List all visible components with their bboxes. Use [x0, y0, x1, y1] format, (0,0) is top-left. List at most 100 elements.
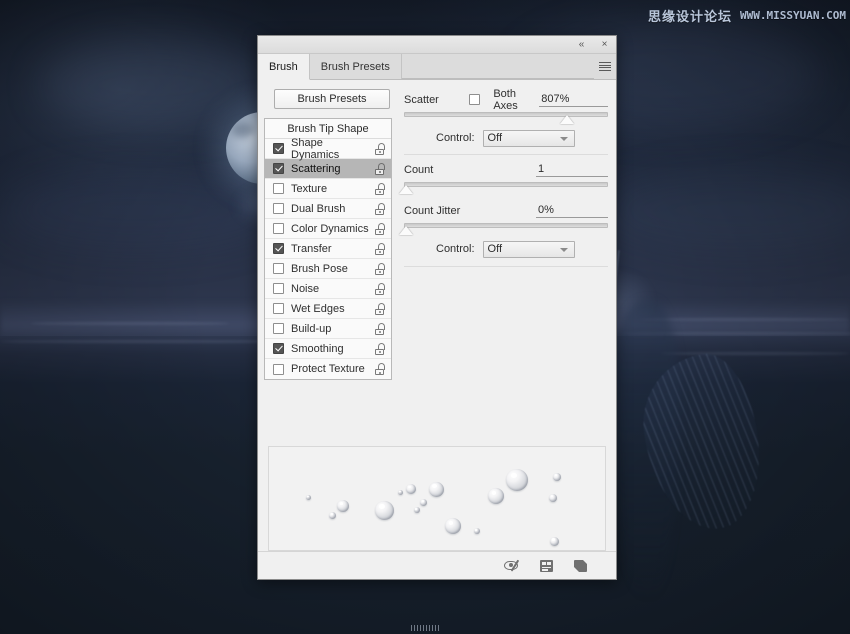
brush-presets-grid-icon[interactable] — [538, 558, 556, 574]
brush-option-label: Color Dynamics — [291, 223, 374, 235]
brush-option-checkbox[interactable] — [273, 163, 284, 174]
brush-option-noise[interactable]: Noise — [265, 279, 391, 299]
brush-option-checkbox[interactable] — [273, 283, 284, 294]
brush-option-checkbox[interactable] — [273, 243, 284, 254]
brush-option-checkbox[interactable] — [273, 323, 284, 334]
preview-droplet — [474, 528, 480, 534]
unlock-icon[interactable] — [374, 343, 385, 355]
brush-option-checkbox[interactable] — [273, 303, 284, 314]
watermark-cn-text: 思缘设计论坛 — [648, 6, 732, 25]
brush-option-texture[interactable]: Texture — [265, 179, 391, 199]
panel-menu-button[interactable] — [594, 54, 616, 79]
brush-option-label: Smoothing — [291, 343, 374, 355]
scatter-value-input[interactable]: 807% — [539, 93, 608, 107]
watermark-url-text: WWW.MISSYUAN.COM — [740, 9, 846, 22]
unlock-icon[interactable] — [374, 283, 385, 295]
brush-panel: « × Brush Brush Presets Brush Presets Br… — [257, 35, 617, 580]
tabs-spacer — [402, 54, 594, 79]
both-axes-checkbox[interactable]: Both Axes — [469, 88, 539, 112]
brush-option-label: Dual Brush — [291, 203, 374, 215]
panel-tabs: Brush Brush Presets — [258, 54, 616, 80]
count-jitter-control-label: Control: — [436, 243, 475, 255]
preview-droplet — [329, 512, 336, 519]
brush-option-label: Wet Edges — [291, 303, 374, 315]
brush-presets-button[interactable]: Brush Presets — [274, 89, 390, 109]
brush-option-label: Noise — [291, 283, 374, 295]
brush-option-shape-dynamics[interactable]: Shape Dynamics — [265, 139, 391, 159]
brush-option-label: Protect Texture — [291, 363, 374, 375]
brush-option-checkbox[interactable] — [273, 343, 284, 354]
scatter-control-row: Control: Off — [404, 127, 608, 149]
brush-option-brush-pose[interactable]: Brush Pose — [265, 259, 391, 279]
brush-stroke-preview — [268, 446, 606, 551]
count-slider-track — [404, 182, 608, 187]
brush-option-dual-brush[interactable]: Dual Brush — [265, 199, 391, 219]
count-jitter-group: Count Jitter 0% Control: Off — [404, 201, 608, 260]
scatter-group: Scatter Both Axes 807% Co — [404, 90, 608, 149]
brush-option-scattering[interactable]: Scattering — [265, 159, 391, 179]
unlock-icon[interactable] — [374, 243, 385, 255]
panel-titlebar[interactable]: « × — [258, 36, 616, 54]
brush-option-smoothing[interactable]: Smoothing — [265, 339, 391, 359]
count-jitter-slider[interactable] — [404, 222, 608, 236]
panel-resize-grip[interactable] — [411, 625, 439, 631]
brush-option-checkbox[interactable] — [273, 364, 284, 375]
brush-option-transfer[interactable]: Transfer — [265, 239, 391, 259]
count-label: Count — [404, 164, 433, 176]
count-jitter-value-input[interactable]: 0% — [536, 204, 608, 218]
unlock-icon[interactable] — [374, 143, 385, 155]
unlock-icon[interactable] — [374, 323, 385, 335]
scatter-control-select[interactable]: Off — [483, 130, 575, 147]
unlock-icon[interactable] — [374, 363, 385, 375]
brush-option-protect-texture[interactable]: Protect Texture — [265, 359, 391, 379]
preview-droplet — [420, 499, 427, 506]
count-row: Count 1 — [404, 160, 608, 179]
count-jitter-control-select[interactable]: Off — [483, 241, 575, 258]
count-jitter-slider-track — [404, 223, 608, 228]
create-new-brush-icon[interactable] — [572, 558, 590, 574]
count-jitter-slider-thumb[interactable] — [399, 226, 413, 235]
brush-option-color-dynamics[interactable]: Color Dynamics — [265, 219, 391, 239]
brush-option-label: Transfer — [291, 243, 374, 255]
brush-option-label: Build-up — [291, 323, 374, 335]
live-tip-brush-preview-icon[interactable] — [504, 558, 522, 574]
collapse-panel-button[interactable]: « — [575, 38, 588, 51]
unlock-icon[interactable] — [374, 163, 385, 175]
tab-brush[interactable]: Brush — [258, 54, 310, 80]
scatter-label: Scatter — [404, 94, 439, 106]
count-slider-thumb[interactable] — [399, 185, 413, 194]
preview-droplet — [506, 469, 528, 491]
brush-option-checkbox[interactable] — [273, 183, 284, 194]
unlock-icon[interactable] — [374, 203, 385, 215]
brush-option-label: Texture — [291, 183, 374, 195]
wave-4 — [30, 322, 230, 325]
tab-brush-presets[interactable]: Brush Presets — [310, 54, 402, 79]
brush-option-wet-edges[interactable]: Wet Edges — [265, 299, 391, 319]
preview-droplet — [337, 500, 349, 512]
scatter-slider-thumb[interactable] — [560, 115, 574, 124]
brush-option-checkbox[interactable] — [273, 223, 284, 234]
preview-droplet — [549, 494, 557, 502]
brush-option-label: Shape Dynamics — [291, 137, 374, 161]
count-value-input[interactable]: 1 — [536, 163, 608, 177]
brush-option-build-up[interactable]: Build-up — [265, 319, 391, 339]
unlock-icon[interactable] — [374, 303, 385, 315]
scatter-slider[interactable] — [404, 111, 608, 125]
unlock-icon[interactable] — [374, 223, 385, 235]
count-jitter-control-value: Off — [488, 243, 502, 255]
screen: 思缘设计论坛 WWW.MISSYUAN.COM « × Brush Brush … — [0, 0, 850, 634]
brush-option-checkbox[interactable] — [273, 143, 284, 154]
brush-option-checkbox[interactable] — [273, 203, 284, 214]
panel-body: Brush Presets Brush Tip Shape Shape Dyna… — [258, 80, 616, 446]
both-axes-checkbox-box — [469, 94, 480, 105]
preview-droplet — [488, 488, 504, 504]
close-panel-button[interactable]: × — [598, 38, 611, 51]
unlock-icon[interactable] — [374, 183, 385, 195]
brush-option-checkbox[interactable] — [273, 263, 284, 274]
wave-1 — [0, 340, 300, 343]
brush-option-label: Brush Pose — [291, 263, 374, 275]
unlock-icon[interactable] — [374, 263, 385, 275]
count-slider[interactable] — [404, 181, 608, 195]
preview-droplet — [414, 507, 420, 513]
brush-options-list: Brush Tip Shape Shape DynamicsScattering… — [264, 118, 392, 380]
